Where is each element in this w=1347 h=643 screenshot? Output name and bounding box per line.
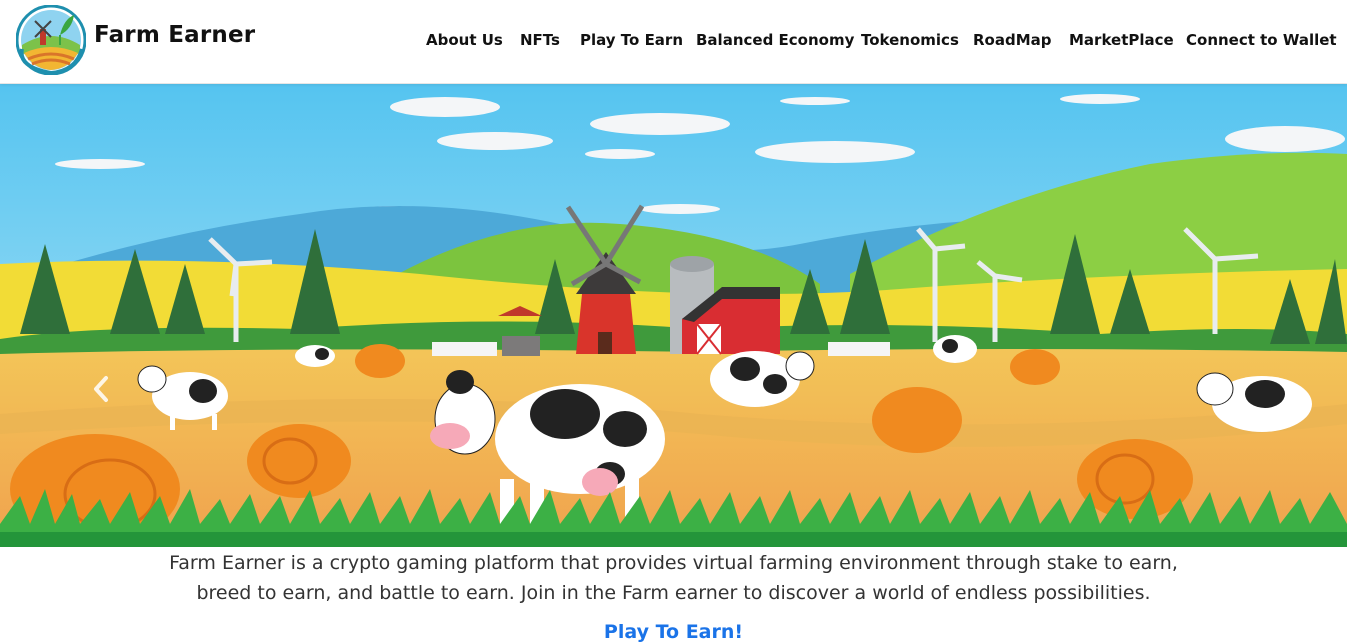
- nav-balanced-economy[interactable]: Balanced Economy: [696, 31, 854, 49]
- nav-connect-wallet[interactable]: Connect to Wallet: [1186, 31, 1337, 49]
- brand-name[interactable]: Farm Earner: [94, 22, 255, 48]
- nav-roadmap[interactable]: RoadMap: [973, 31, 1052, 49]
- site-header: Farm Earner About Us NFTs Play To Earn B…: [0, 0, 1347, 84]
- farm-logo-icon[interactable]: [16, 5, 86, 75]
- description-line-1: Farm Earner is a crypto gaming platform …: [169, 552, 1178, 574]
- farm-illustration: [0, 84, 1347, 547]
- hero-carousel: [0, 84, 1347, 547]
- nav-marketplace[interactable]: MarketPlace: [1069, 31, 1174, 49]
- platform-description: Farm Earner is a crypto gaming platform …: [0, 548, 1347, 608]
- nav-tokenomics[interactable]: Tokenomics: [861, 31, 959, 49]
- nav-nfts[interactable]: NFTs: [520, 31, 560, 49]
- description-line-2: breed to earn, and battle to earn. Join …: [196, 582, 1151, 604]
- play-to-earn-link[interactable]: Play To Earn!: [0, 621, 1347, 643]
- nav-about-us[interactable]: About Us: [426, 31, 503, 49]
- nav-play-to-earn[interactable]: Play To Earn: [580, 31, 683, 49]
- chevron-left-icon[interactable]: [88, 372, 114, 406]
